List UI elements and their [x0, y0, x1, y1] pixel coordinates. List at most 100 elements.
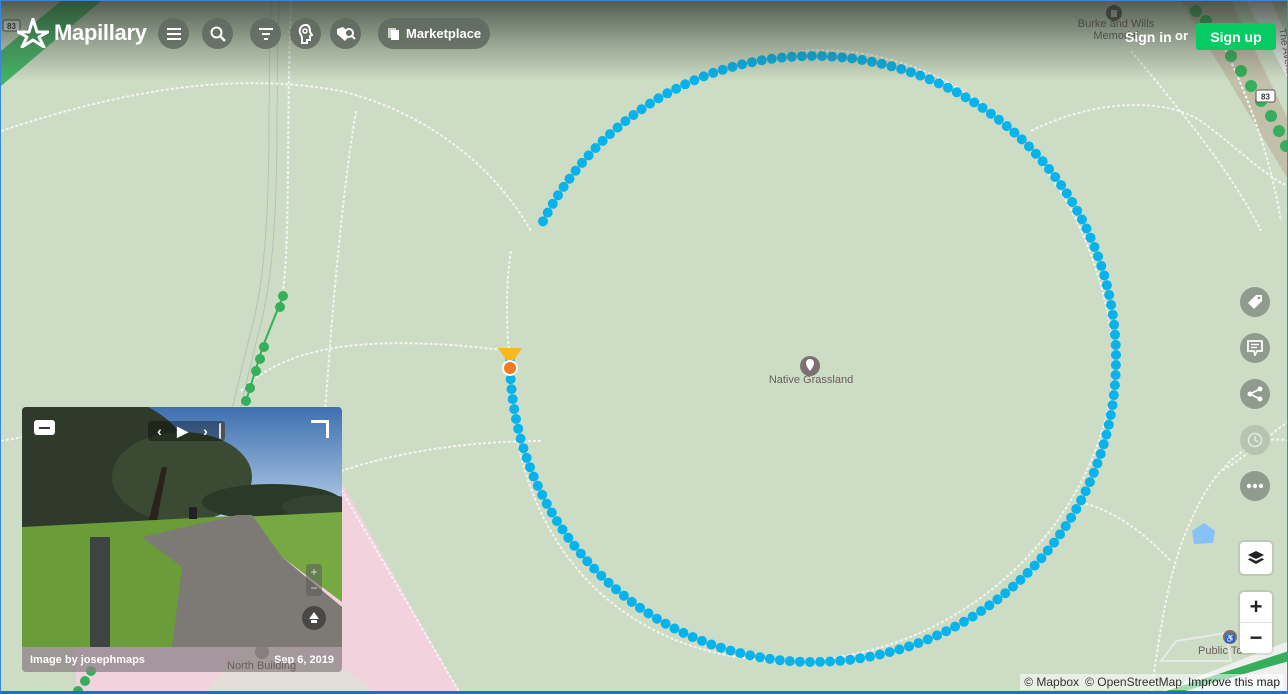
- sign-up-button[interactable]: Sign up: [1196, 23, 1276, 50]
- sequence-image-dot[interactable]: [687, 632, 698, 643]
- sequence-image-dot[interactable]: [825, 656, 836, 667]
- sequence-image-dot[interactable]: [1029, 560, 1040, 571]
- sequence-image-dot[interactable]: [1110, 329, 1120, 340]
- sequence-image-dot[interactable]: [950, 621, 961, 632]
- sequence-image-dot[interactable]: [1016, 134, 1027, 145]
- sequence-image-dot[interactable]: [528, 471, 539, 482]
- sequence-image-dot[interactable]: [985, 108, 996, 119]
- sequence-image-dot[interactable]: [1089, 242, 1100, 252]
- sequence-image-dot[interactable]: [1110, 339, 1121, 350]
- sequence-image-dot[interactable]: [1101, 280, 1112, 291]
- sequence-image-dot[interactable]: [669, 623, 680, 634]
- sequence-image-dot[interactable]: [521, 452, 532, 463]
- sequence-image-dot[interactable]: [904, 641, 914, 652]
- sequence-image-dot[interactable]: [1049, 537, 1060, 548]
- sequence-image-dot[interactable]: [941, 626, 952, 637]
- sequence-image-dot[interactable]: [977, 102, 988, 113]
- search-button[interactable]: [202, 18, 233, 49]
- image-viewer[interactable]: ‹ ▶ › + − Image by josephmaps Sep 6, 201…: [22, 407, 342, 672]
- sequence-image-dot[interactable]: [553, 190, 563, 201]
- viewer-zoom-in-button[interactable]: +: [306, 564, 322, 580]
- sequence-image-dot[interactable]: [1103, 419, 1114, 430]
- sequence-image-dot[interactable]: [620, 116, 631, 127]
- sequence-image-dot[interactable]: [1050, 172, 1061, 182]
- sequence-image-dot[interactable]: [507, 394, 518, 405]
- sequence-image-dot[interactable]: [1008, 581, 1018, 592]
- sequence-image-dot[interactable]: [1098, 439, 1109, 450]
- sequence-image-dot[interactable]: [1024, 141, 1034, 152]
- sequence-image-dot[interactable]: [546, 507, 557, 518]
- sequence-image-dot[interactable]: [1030, 148, 1041, 159]
- sequence-image-dot[interactable]: [1037, 156, 1048, 167]
- sequence-image-dot[interactable]: [618, 590, 629, 601]
- sequence-image-dot[interactable]: [745, 650, 756, 661]
- sequence-image-dot[interactable]: [993, 114, 1004, 125]
- sequence-image-dot[interactable]: [506, 384, 517, 395]
- sequence-image-dot[interactable]: [1108, 390, 1119, 401]
- sequence-image-dot[interactable]: [1110, 370, 1121, 380]
- sequence-image-dot[interactable]: [1056, 180, 1067, 191]
- sequence-image-dot[interactable]: [636, 104, 647, 115]
- menu-button[interactable]: [158, 18, 189, 49]
- expand-viewer-icon[interactable]: [311, 420, 329, 438]
- sequence-image-dot[interactable]: [653, 93, 664, 104]
- sequence-image-dot[interactable]: [643, 608, 654, 619]
- mapbox-attribution-link[interactable]: © Mapbox: [1024, 675, 1079, 689]
- sequence-image-dot[interactable]: [1109, 380, 1120, 391]
- improve-map-link[interactable]: Improve this map: [1188, 675, 1280, 689]
- map-features-button[interactable]: [330, 18, 361, 49]
- sequence-image-dot[interactable]: [1110, 360, 1121, 370]
- play-button[interactable]: ▶: [171, 423, 194, 440]
- sequence-image-dot[interactable]: [855, 653, 866, 664]
- sequence-image-dot[interactable]: [558, 181, 569, 192]
- sequence-image-dot[interactable]: [865, 651, 875, 662]
- sequence-image-dot[interactable]: [678, 627, 689, 638]
- sequence-image-dot[interactable]: [1105, 410, 1116, 420]
- sequence-image-dot[interactable]: [815, 656, 826, 667]
- sequence-image-dot[interactable]: [611, 584, 622, 595]
- sequence-image-dot[interactable]: [662, 88, 673, 99]
- sequence-image-dot[interactable]: [541, 498, 552, 509]
- sequence-image-dot[interactable]: [1096, 260, 1107, 271]
- viewer-compass-button[interactable]: [302, 606, 326, 630]
- sequence-image-dot[interactable]: [518, 443, 529, 454]
- sequence-image-dot[interactable]: [671, 83, 682, 94]
- previous-image-button[interactable]: ‹: [148, 423, 171, 439]
- sequence-image-dot[interactable]: [976, 606, 987, 617]
- sequence-image-dot[interactable]: [1084, 477, 1095, 488]
- sequence-image-dot[interactable]: [689, 75, 700, 86]
- sequence-image-dot[interactable]: [784, 656, 795, 667]
- sequence-image-dot[interactable]: [1042, 545, 1053, 556]
- sequence-image-dot[interactable]: [1061, 188, 1072, 199]
- sequence-image-dot[interactable]: [1009, 127, 1020, 138]
- sequence-image-dot[interactable]: [1109, 319, 1120, 330]
- sequence-image-dot[interactable]: [542, 207, 553, 218]
- sequence-image-dot[interactable]: [774, 655, 785, 666]
- sequence-image-dot[interactable]: [1055, 529, 1065, 540]
- sequence-image-dot[interactable]: [583, 150, 594, 161]
- sequence-image-dot[interactable]: [894, 644, 905, 655]
- sequence-image-dot[interactable]: [1044, 164, 1054, 174]
- sequence-image-dot[interactable]: [1104, 290, 1115, 300]
- sequence-image-dot[interactable]: [924, 74, 935, 85]
- sequence-image-dot[interactable]: [596, 570, 607, 581]
- time-travel-button[interactable]: [1240, 425, 1270, 455]
- sequence-image-dot[interactable]: [735, 648, 746, 659]
- sequence-image-dot[interactable]: [969, 97, 980, 108]
- sequence-image-dot[interactable]: [984, 600, 995, 611]
- sequence-image-dot[interactable]: [1072, 205, 1083, 216]
- sequence-image-dot[interactable]: [1088, 467, 1099, 478]
- sequence-image-dot[interactable]: [1066, 512, 1077, 523]
- sequence-image-dot[interactable]: [605, 129, 615, 140]
- sequence-image-dot[interactable]: [645, 98, 655, 109]
- sequence-image-dot[interactable]: [706, 639, 717, 650]
- sequence-image-dot[interactable]: [967, 611, 978, 622]
- sequence-image-dot[interactable]: [805, 657, 815, 667]
- sequence-image-dot[interactable]: [635, 602, 645, 613]
- sequence-image-dot[interactable]: [715, 642, 726, 653]
- sequence-image-dot[interactable]: [1085, 232, 1096, 243]
- sequence-image-dot[interactable]: [915, 70, 926, 81]
- more-button[interactable]: [1240, 471, 1270, 501]
- ai-detections-button[interactable]: [290, 18, 321, 49]
- zoom-out-button[interactable]: −: [1240, 622, 1272, 652]
